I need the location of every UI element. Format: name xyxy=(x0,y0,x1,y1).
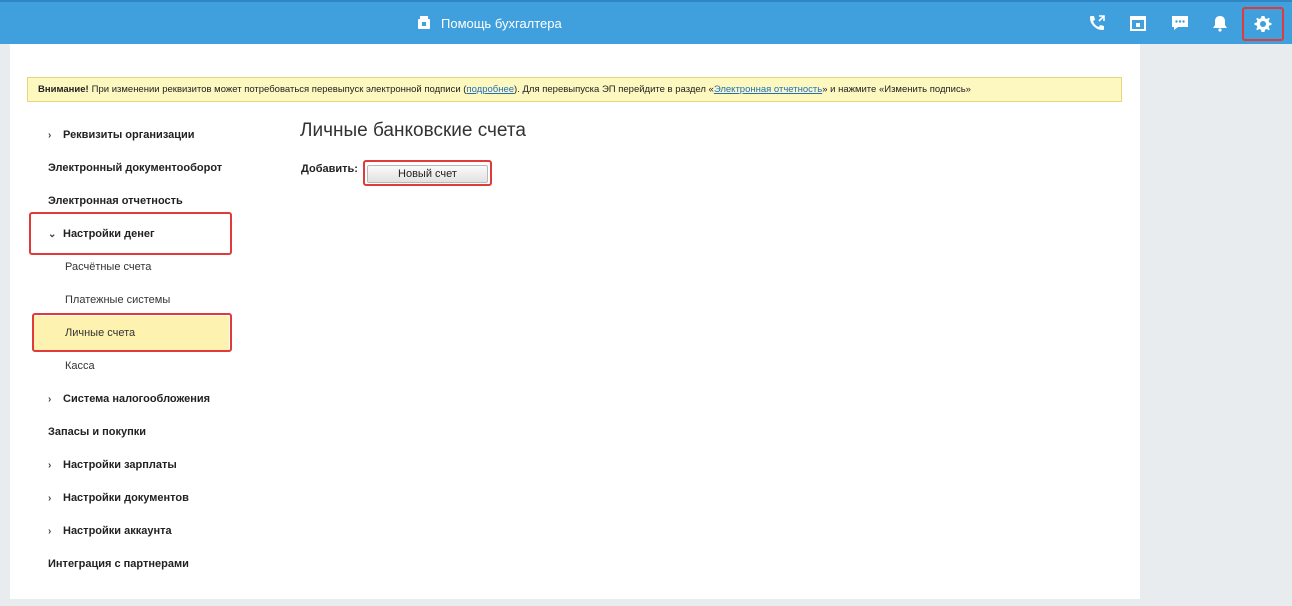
add-label: Добавить: xyxy=(301,163,358,175)
notice-text-3: » и нажмите «Изменить подпись» xyxy=(822,84,971,95)
notice-link-details[interactable]: подробнее xyxy=(466,84,514,95)
sidebar-subitem-cash[interactable]: Касса xyxy=(65,358,95,374)
chevron-right-icon: › xyxy=(48,459,52,471)
sidebar-item-taxation[interactable]: › Система налогообложения xyxy=(48,391,210,407)
sidebar-item-requisites[interactable]: › Реквизиты организации xyxy=(48,127,195,143)
accountant-icon xyxy=(416,15,432,31)
sidebar-item-label: Настройки денег xyxy=(63,228,155,240)
chevron-right-icon: › xyxy=(48,393,52,405)
sidebar-item-documents[interactable]: › Настройки документов xyxy=(48,490,189,506)
sidebar-item-salary[interactable]: › Настройки зарплаты xyxy=(48,457,177,473)
sidebar-item-label: Запасы и покупки xyxy=(48,426,147,438)
sidebar-item-label: Настройки зарплаты xyxy=(63,459,177,471)
sidebar-item-label: Личные счета xyxy=(65,327,136,339)
sidebar-subitem-personal-accounts[interactable]: Личные счета xyxy=(65,325,135,341)
sidebar-item-label: Расчётные счета xyxy=(65,261,152,273)
notice-link-reporting[interactable]: Электронная отчетность xyxy=(714,84,822,95)
highlight-new-account: Новый счет xyxy=(363,160,492,186)
new-account-button[interactable]: Новый счет xyxy=(367,165,488,183)
sidebar-item-money-settings[interactable]: ⌄ Настройки денег xyxy=(48,226,155,242)
page-title: Личные банковские счета xyxy=(300,120,526,141)
sidebar-item-integration[interactable]: Интеграция с партнерами xyxy=(48,556,189,572)
chat-icon[interactable] xyxy=(1168,11,1192,35)
sidebar-item-label: Электронная отчетность xyxy=(48,195,183,207)
gear-icon xyxy=(1253,14,1273,34)
chevron-down-icon: ⌄ xyxy=(48,228,57,240)
notice-bold: Внимание! xyxy=(38,84,89,95)
app-title-text: Помощь бухгалтера xyxy=(441,15,562,31)
chevron-right-icon: › xyxy=(48,525,52,537)
app-title[interactable]: Помощь бухгалтера xyxy=(416,13,562,33)
sidebar-subitem-payment-systems[interactable]: Платежные системы xyxy=(65,292,170,308)
sidebar-item-label: Реквизиты организации xyxy=(63,129,195,141)
sidebar-item-label: Настройки документов xyxy=(63,492,189,504)
sidebar-item-label: Платежные системы xyxy=(65,294,171,306)
warning-notice: Внимание! При изменении реквизитов может… xyxy=(27,77,1122,102)
chevron-right-icon: › xyxy=(48,492,52,504)
sidebar-item-edo[interactable]: Электронный документооборот xyxy=(48,160,222,176)
sidebar-item-label: Касса xyxy=(65,360,95,372)
sidebar-item-account[interactable]: › Настройки аккаунта xyxy=(48,523,172,539)
sidebar-item-label: Система налогообложения xyxy=(63,393,211,405)
top-bar: Помощь бухгалтера xyxy=(0,0,1292,44)
sidebar-item-label: Настройки аккаунта xyxy=(63,525,172,537)
calendar-icon[interactable] xyxy=(1126,11,1150,35)
sidebar-item-reporting[interactable]: Электронная отчетность xyxy=(48,193,183,209)
settings-button[interactable] xyxy=(1242,7,1284,41)
right-background xyxy=(1140,44,1292,606)
sidebar-item-label: Интеграция с партнерами xyxy=(48,558,189,570)
notice-text-1: При изменении реквизитов может потребова… xyxy=(91,84,467,95)
sidebar-item-label: Электронный документооборот xyxy=(48,162,223,174)
sidebar-subitem-bank-accounts[interactable]: Расчётные счета xyxy=(65,259,151,275)
bell-icon[interactable] xyxy=(1208,11,1232,35)
sidebar-item-stock[interactable]: Запасы и покупки xyxy=(48,424,146,440)
notice-text-2: ). Для перевыпуска ЭП перейдите в раздел… xyxy=(514,84,714,95)
chevron-right-icon: › xyxy=(48,129,52,141)
phone-icon[interactable] xyxy=(1085,11,1109,35)
